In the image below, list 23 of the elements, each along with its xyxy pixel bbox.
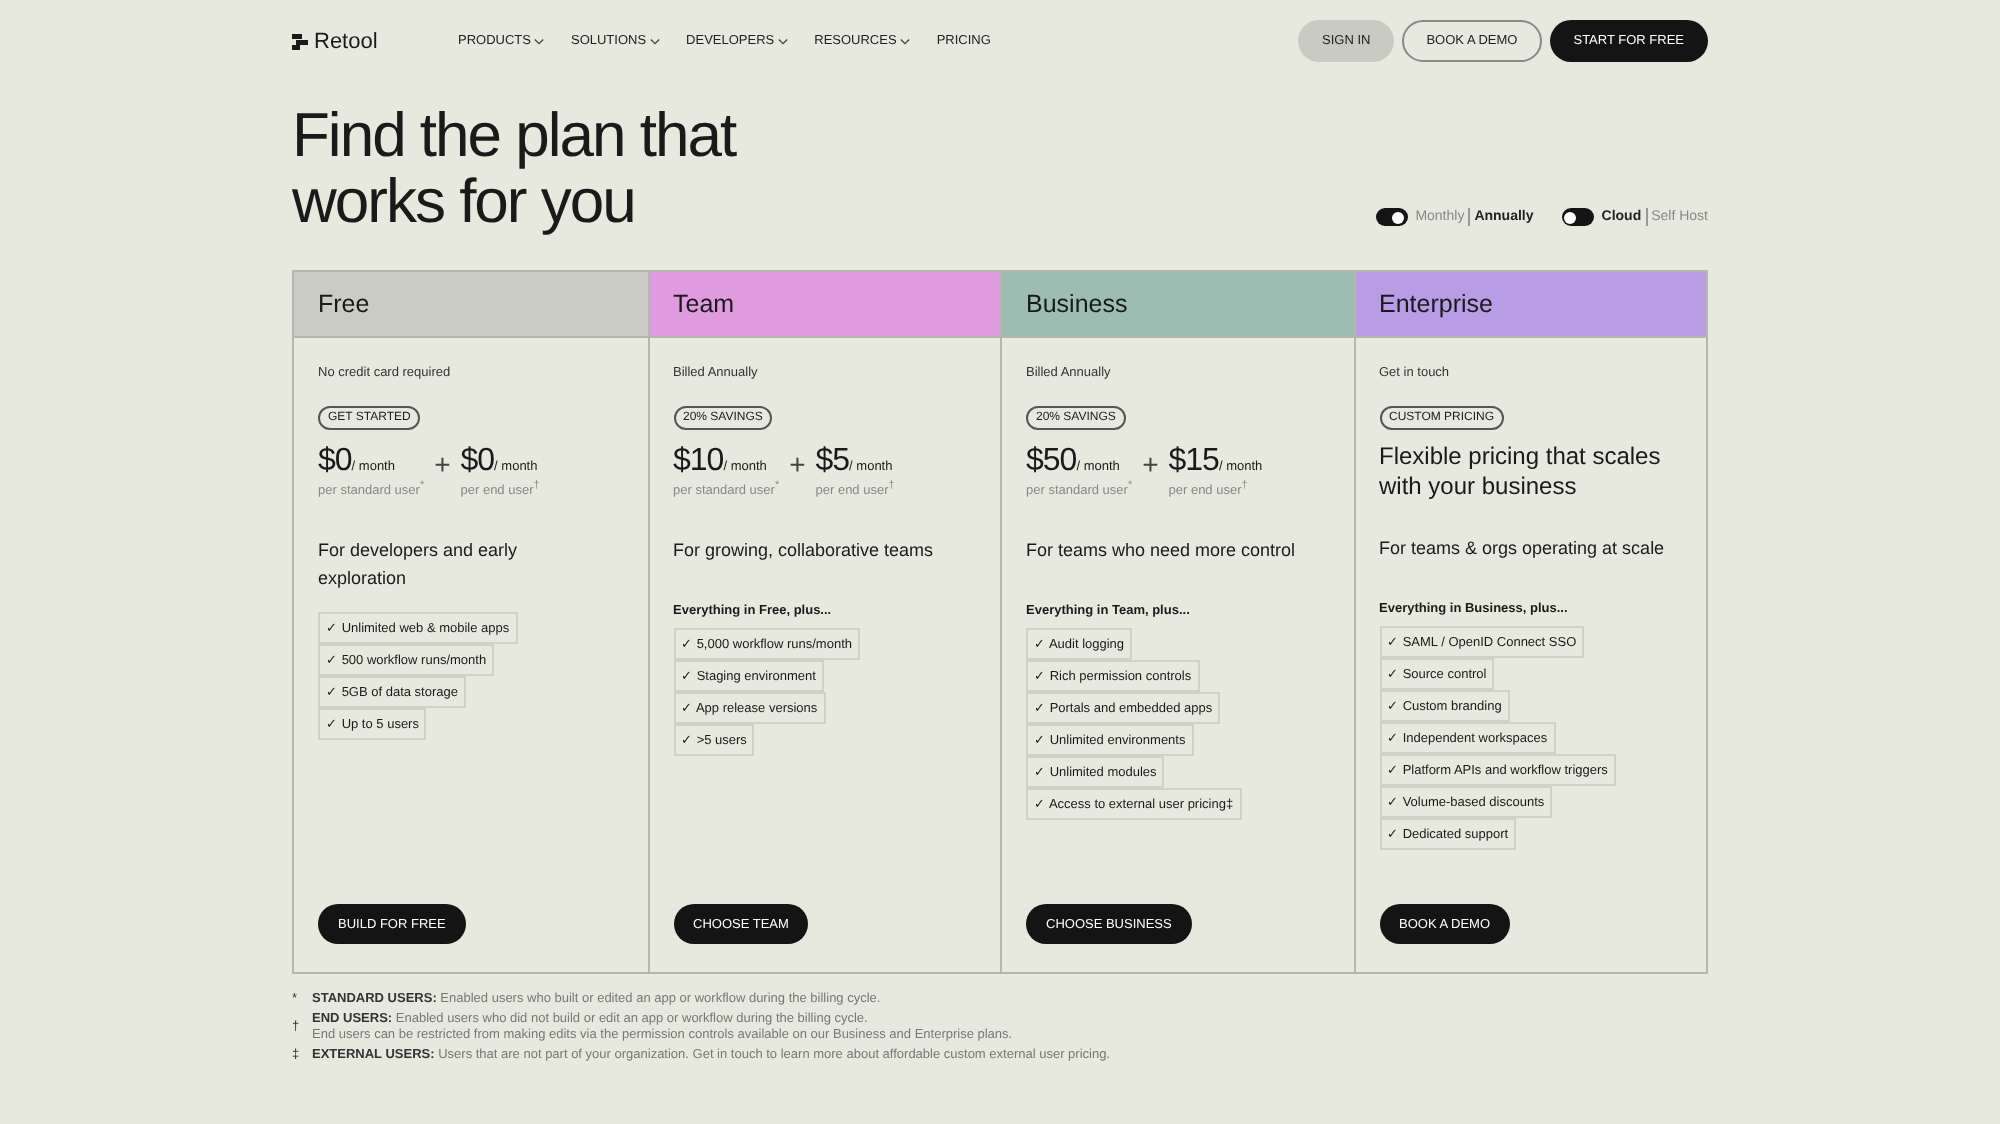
page-heading: Find the plan that works for you	[292, 102, 736, 234]
plan-description: For developers and early exploration	[318, 538, 520, 592]
plan-tagline: Flexible pricing that scales with your business	[1379, 442, 1663, 504]
plan-description: For growing, collaborative teams	[673, 538, 936, 564]
plan-header: Enterprise	[1355, 272, 1706, 338]
plus-sign: +	[789, 448, 806, 480]
plus-sign: +	[434, 448, 451, 480]
plan-header: Free	[294, 272, 647, 338]
price-amount: $0	[318, 444, 352, 480]
plan-description: For teams who need more control	[1026, 538, 1298, 564]
toggle-switch[interactable]	[1561, 208, 1594, 226]
plan-header: Team	[649, 272, 1000, 338]
logo-icon	[292, 33, 308, 49]
price-amount: $50	[1026, 444, 1077, 480]
price-amount: $15	[1168, 444, 1219, 480]
plus-sign: +	[1142, 448, 1159, 480]
price-amount: $10	[673, 444, 724, 480]
plan-description: For teams & orgs operating at scale	[1379, 536, 1667, 562]
price-amount: $5	[815, 444, 850, 480]
logo-text[interactable]: Retool	[314, 29, 378, 53]
toggle-switch[interactable]	[1375, 208, 1408, 226]
plan-header: Business	[1002, 272, 1353, 338]
price-amount: $0	[460, 444, 495, 480]
